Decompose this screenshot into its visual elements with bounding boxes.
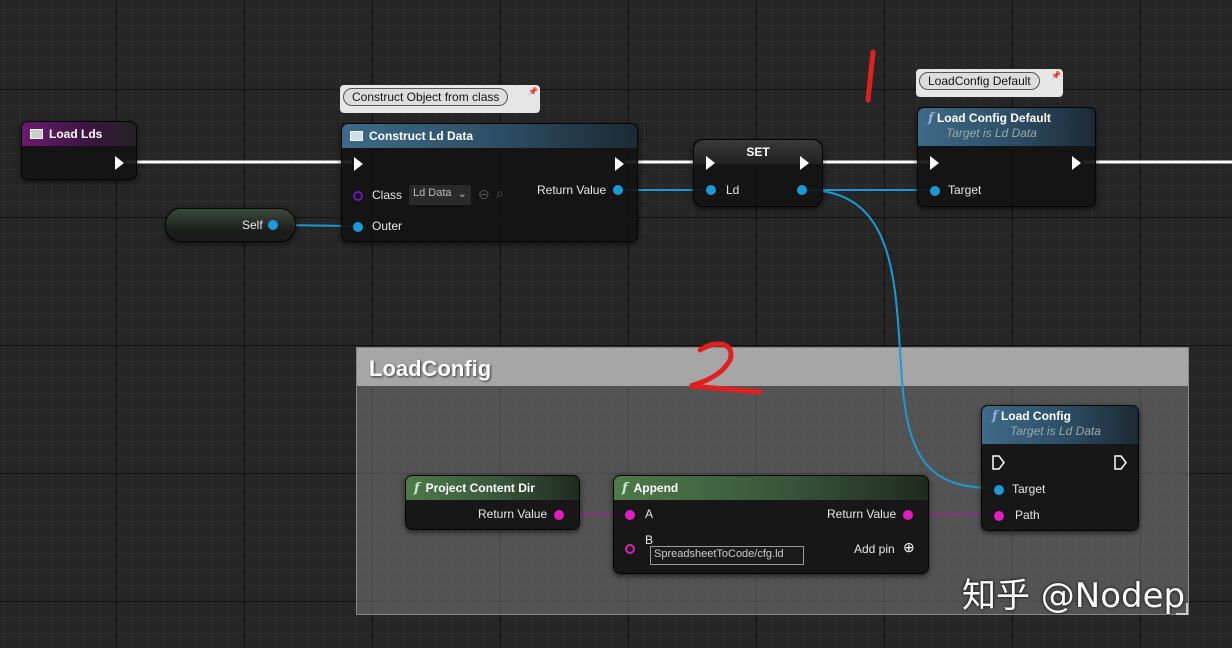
outer-pin[interactable] [353,222,363,232]
exec-out-pin[interactable] [615,157,624,171]
b-text-field[interactable]: SpreadsheetToCode/cfg.ld [650,546,804,565]
node-self[interactable]: Self [165,208,296,242]
ld-label: Ld [726,183,740,197]
construct-icon [350,131,363,141]
function-icon: f [622,480,628,496]
comment-bubble-loadconfig-default[interactable]: LoadConfig Default 📌 [916,69,1063,97]
annotation-label-1: 1 [860,48,861,49]
path-label: Path [1015,508,1040,522]
comment-bubble-construct[interactable]: Construct Object from class 📌 [340,85,540,113]
exec-in-pin[interactable] [930,156,939,170]
annotation-label-2: 2 [700,350,701,351]
event-node-load-lds[interactable]: Load Lds [21,121,137,180]
return-value-pin[interactable] [554,510,564,520]
node-title: SET [746,145,770,159]
function-icon: f [414,480,420,496]
resize-grip-icon[interactable] [1176,603,1188,615]
annotation-mark-1 [865,49,876,103]
b-label: B [645,533,654,547]
function-icon: f [928,111,934,126]
exec-out-pin[interactable] [1114,455,1127,470]
comment-title[interactable]: LoadConfig [357,348,1188,386]
node-append[interactable]: f Append A Return Value B SpreadsheetToC… [613,475,929,574]
return-value-label: Return Value [827,507,897,521]
exec-out-pin[interactable] [1072,156,1081,170]
target-label: Target [1012,482,1046,496]
node-title: Load Lds [49,127,103,141]
b-pin[interactable] [625,544,635,554]
bubble-text: Construct Object from class [343,88,509,106]
path-pin[interactable] [994,511,1004,521]
exec-in-pin[interactable] [992,455,1005,470]
browse-back-icon[interactable]: ⊖ [478,186,490,203]
node-subtitle: Target is Ld Data [1010,424,1101,438]
node-set[interactable]: SET Ld [693,139,823,207]
node-title: Load Config [1000,409,1071,423]
node-load-config-default[interactable]: f Load Config Default Target is Ld Data … [917,107,1096,207]
outer-label: Outer [372,219,403,233]
node-title: Construct Ld Data [369,129,474,143]
node-subtitle: Target is Ld Data [946,126,1037,140]
return-value-pin[interactable] [613,185,623,195]
watermark-text: 知乎 @Nodep [962,576,1186,616]
search-icon[interactable]: ⌕ [496,185,504,202]
a-pin[interactable] [625,510,635,520]
node-title: Project Content Dir [425,481,535,495]
target-pin[interactable] [994,485,1004,495]
pin-icon[interactable]: 📌 [1051,71,1061,80]
self-pin[interactable] [268,220,278,230]
add-pin-label[interactable]: Add pin [854,542,895,556]
class-label: Class [372,188,403,202]
return-value-pin[interactable] [903,510,913,520]
return-value-label: Return Value [537,183,607,197]
exec-out-pin[interactable] [115,156,124,170]
a-label: A [645,507,654,521]
node-title: Load Config Default [936,111,1051,125]
return-value-label: Return Value [478,507,548,521]
add-pin-icon[interactable]: ⊕ [903,539,915,556]
ld-in-pin[interactable] [706,185,716,195]
ld-out-pin[interactable] [797,185,807,195]
node-title: Append [633,481,679,495]
pin-icon[interactable]: 📌 [528,87,538,96]
function-icon: f [992,409,998,424]
target-pin[interactable] [930,186,940,196]
class-pin[interactable] [353,191,363,201]
bubble-text: LoadConfig Default [919,72,1040,90]
exec-in-pin[interactable] [354,157,363,171]
exec-out-pin[interactable] [800,156,809,170]
node-project-content-dir[interactable]: f Project Content Dir Return Value [405,475,580,530]
class-dropdown-value: Ld Data [413,187,452,199]
class-dropdown[interactable]: Ld Data ⌄ [408,184,472,206]
target-label: Target [948,183,982,197]
event-icon [30,129,43,139]
node-construct-ld-data[interactable]: Construct Ld Data Class Ld Data ⌄ ⊖ ⌕ Re… [341,123,638,242]
node-load-config[interactable]: f Load Config Target is Ld Data Target P… [981,405,1139,531]
self-label: Self [242,218,263,232]
exec-in-pin[interactable] [706,156,715,170]
chevron-down-icon: ⌄ [457,188,467,200]
